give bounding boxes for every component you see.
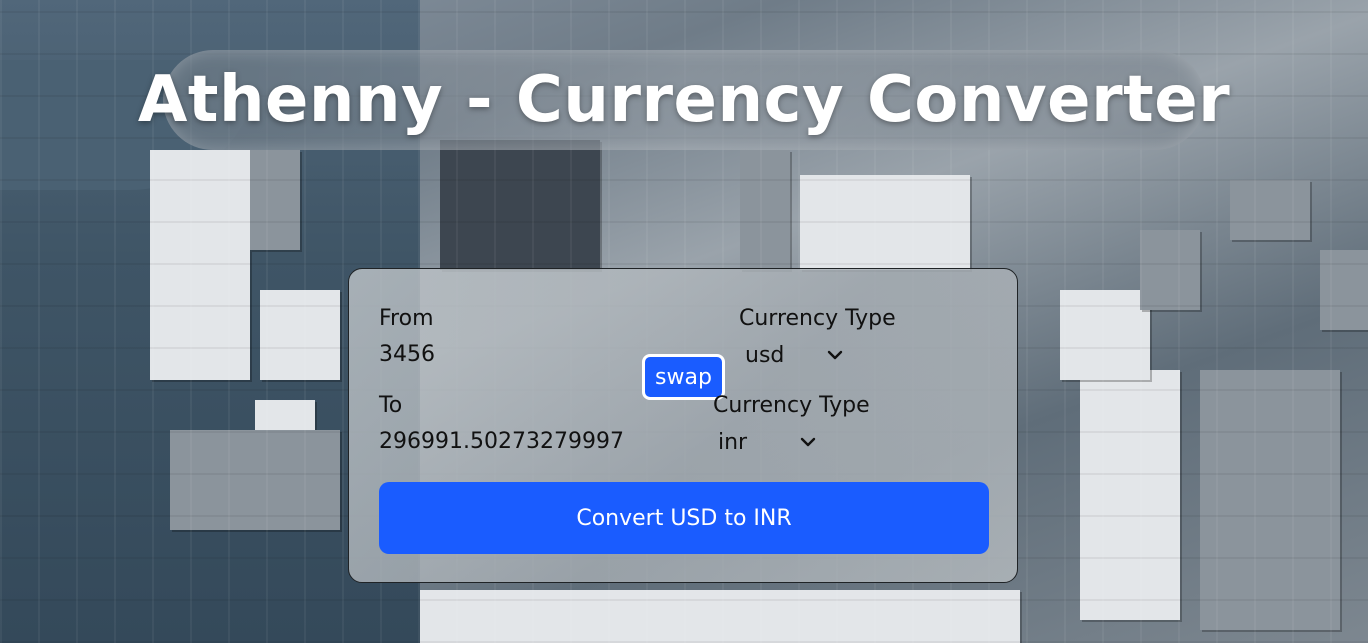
title-banner: Athenny - Currency Converter [138, 50, 1230, 150]
converter-card: From 3456 Currency Type usd swap To 2969… [348, 268, 1018, 583]
from-label: From [379, 306, 434, 331]
to-currency-select[interactable]: inr [718, 426, 818, 458]
page-title: Athenny - Currency Converter [137, 63, 1231, 137]
from-amount-input[interactable]: 3456 [379, 342, 435, 367]
convert-button[interactable]: Convert USD to INR [379, 482, 989, 554]
from-currency-select[interactable]: usd [745, 339, 845, 371]
chevron-down-icon [827, 350, 843, 360]
from-currency-value: usd [745, 342, 785, 368]
to-currency-label: Currency Type [713, 393, 870, 418]
to-currency-value: inr [718, 429, 748, 455]
to-amount-output: 296991.50273279997 [379, 429, 624, 454]
to-label: To [379, 393, 403, 418]
from-currency-label: Currency Type [739, 306, 896, 331]
chevron-down-icon [800, 437, 816, 447]
